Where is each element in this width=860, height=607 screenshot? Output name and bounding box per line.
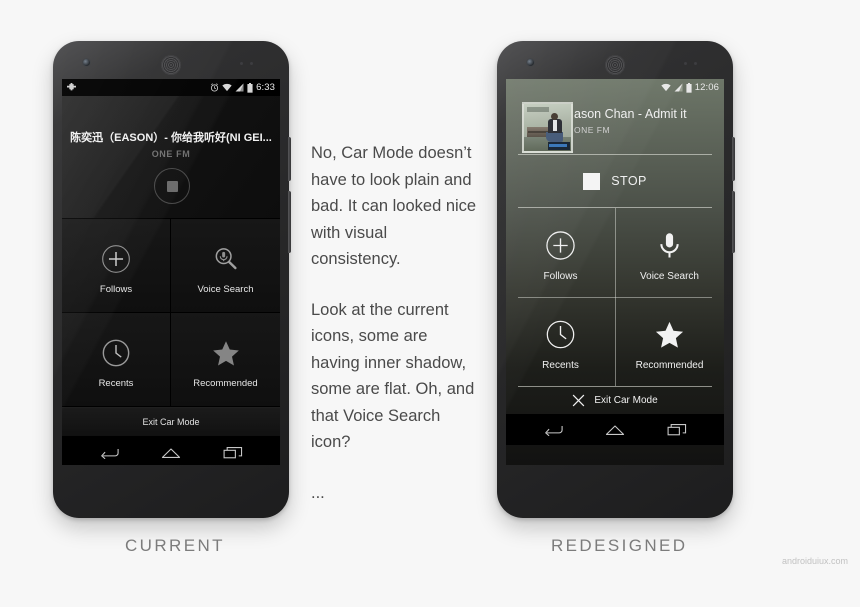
mic-magnifier-icon — [211, 237, 241, 281]
home-nav-icon[interactable] — [605, 423, 625, 436]
caption-redesigned: REDESIGNED — [551, 536, 688, 555]
car-mode-redesigned: ason Chan - Admit it ONE FM STOP Follows… — [506, 96, 724, 465]
phone-hardware-top — [53, 55, 289, 75]
light-sensor-icon — [694, 62, 697, 65]
statusbar-current: 6:33 — [62, 79, 280, 96]
clock-icon — [101, 331, 131, 375]
now-playing-redesigned: ason Chan - Admit it ONE FM — [506, 96, 724, 154]
signal-bars-icon — [235, 83, 244, 92]
stop-square-icon — [583, 172, 601, 190]
proximity-sensor-icon — [684, 62, 687, 65]
navbar-current — [62, 437, 280, 465]
proximity-sensor-icon — [240, 62, 243, 65]
star-icon — [654, 312, 685, 356]
phone-redesigned: 12:06 ason Chan - Admit it ONE FM STOP F… — [497, 41, 735, 518]
grid-item-voice-search-current[interactable]: Voice Search — [171, 219, 280, 313]
phone-current: 6:33 陈奕迅（EASON）- 你给我听好(NI GEI... ONE FM — [53, 41, 291, 518]
statusbar-time-redesigned: 12:06 — [694, 82, 719, 93]
wifi-icon — [661, 83, 671, 92]
stop-button-current[interactable] — [154, 168, 190, 204]
front-camera-icon — [527, 59, 534, 66]
exit-car-mode-label: Exit Car Mode — [142, 417, 200, 427]
front-camera-icon — [83, 59, 90, 66]
power-button[interactable] — [288, 137, 291, 181]
album-art-person-shirt — [553, 120, 557, 131]
wifi-icon — [222, 83, 232, 92]
grid-item-follows-redesigned[interactable]: Follows — [506, 208, 615, 297]
power-button[interactable] — [732, 137, 735, 181]
plus-notification-icon — [67, 83, 76, 92]
plus-circle-icon — [545, 223, 576, 267]
grid-item-recents-redesigned[interactable]: Recents — [506, 297, 615, 386]
back-nav-icon[interactable] — [99, 446, 119, 460]
comparison-canvas: 6:33 陈奕迅（EASON）- 你给我听好(NI GEI... ONE FM — [0, 0, 860, 607]
grid-label: Recents — [542, 360, 579, 371]
close-x-icon — [572, 394, 585, 407]
grid-item-voice-search-redesigned[interactable]: Voice Search — [615, 208, 724, 297]
battery-icon — [686, 82, 692, 93]
grid-label: Recommended — [193, 377, 258, 389]
grid-label: Follows — [543, 271, 578, 282]
plus-circle-icon — [101, 237, 131, 281]
stop-label: STOP — [611, 174, 647, 188]
action-grid-current: Follows Voice Search Recents Recommended — [62, 219, 280, 407]
statusbar-redesigned: 12:06 — [506, 79, 724, 96]
earpiece-speaker-icon — [605, 55, 625, 75]
clock-icon — [545, 312, 576, 356]
battery-icon — [247, 82, 253, 93]
screen-redesigned: 12:06 ason Chan - Admit it ONE FM STOP F… — [506, 79, 724, 465]
light-sensor-icon — [250, 62, 253, 65]
caption-current: CURRENT — [125, 536, 225, 555]
album-art-caption-bar — [527, 107, 549, 112]
grid-label: Recents — [98, 377, 134, 389]
back-nav-icon[interactable] — [543, 423, 563, 437]
grid-label: Voice Search — [197, 283, 254, 295]
narrative-paragraph-2: Look at the current icons, some are havi… — [311, 300, 475, 452]
earpiece-speaker-icon — [161, 55, 181, 75]
home-nav-icon[interactable] — [161, 446, 181, 459]
action-grid-redesigned: Follows Voice Search Recents Recommended — [506, 208, 724, 386]
star-icon — [211, 331, 241, 375]
grid-item-recommended-current[interactable]: Recommended — [171, 313, 280, 407]
statusbar-time-current: 6:33 — [256, 82, 275, 93]
grid-label: Follows — [99, 283, 133, 295]
station-name-redesigned: ONE FM — [574, 125, 611, 135]
car-mode-current: 陈奕迅（EASON）- 你给我听好(NI GEI... ONE FM Follo… — [62, 96, 280, 465]
exit-car-mode-button-redesigned[interactable]: Exit Car Mode — [506, 387, 724, 414]
narrative-paragraph-3: ... — [311, 483, 325, 502]
screen-current: 6:33 陈奕迅（EASON）- 你给我听好(NI GEI... ONE FM — [62, 79, 280, 465]
exit-car-mode-label: Exit Car Mode — [594, 395, 658, 406]
now-playing-current: 陈奕迅（EASON）- 你给我听好(NI GEI... ONE FM — [62, 96, 280, 219]
album-art-thumbnail — [522, 102, 573, 153]
phone-hardware-top — [497, 55, 733, 75]
recents-nav-icon[interactable] — [667, 423, 687, 436]
exit-car-mode-button-current[interactable]: Exit Car Mode — [62, 407, 280, 437]
album-art-badge — [548, 142, 570, 150]
narrative-text: No, Car Mode doesn’t have to look plain … — [311, 140, 479, 506]
station-name-current: ONE FM — [151, 149, 191, 159]
track-title-current: 陈奕迅（EASON）- 你给我听好(NI GEI... — [70, 132, 272, 144]
grid-item-follows-current[interactable]: Follows — [62, 219, 171, 313]
album-art-person-legs — [546, 132, 563, 142]
grid-label: Voice Search — [640, 271, 699, 282]
grid-label: Recommended — [635, 360, 704, 371]
grid-item-recents-current[interactable]: Recents — [62, 313, 171, 407]
microphone-icon — [654, 223, 685, 267]
stop-square-icon — [166, 180, 178, 192]
track-title-redesigned: ason Chan - Admit it — [574, 107, 687, 121]
stop-button-redesigned[interactable]: STOP — [506, 155, 724, 207]
volume-button[interactable] — [732, 191, 735, 253]
recents-nav-icon[interactable] — [223, 446, 243, 459]
signal-bars-icon — [674, 83, 683, 92]
watermark: androiduiux.com — [781, 556, 848, 566]
alarm-clock-icon — [210, 83, 219, 92]
album-art-person-head — [551, 113, 558, 120]
navbar-redesigned — [506, 414, 724, 445]
grid-item-recommended-redesigned[interactable]: Recommended — [615, 297, 724, 386]
narrative-paragraph-1: No, Car Mode doesn’t have to look plain … — [311, 144, 477, 268]
volume-button[interactable] — [288, 191, 291, 253]
